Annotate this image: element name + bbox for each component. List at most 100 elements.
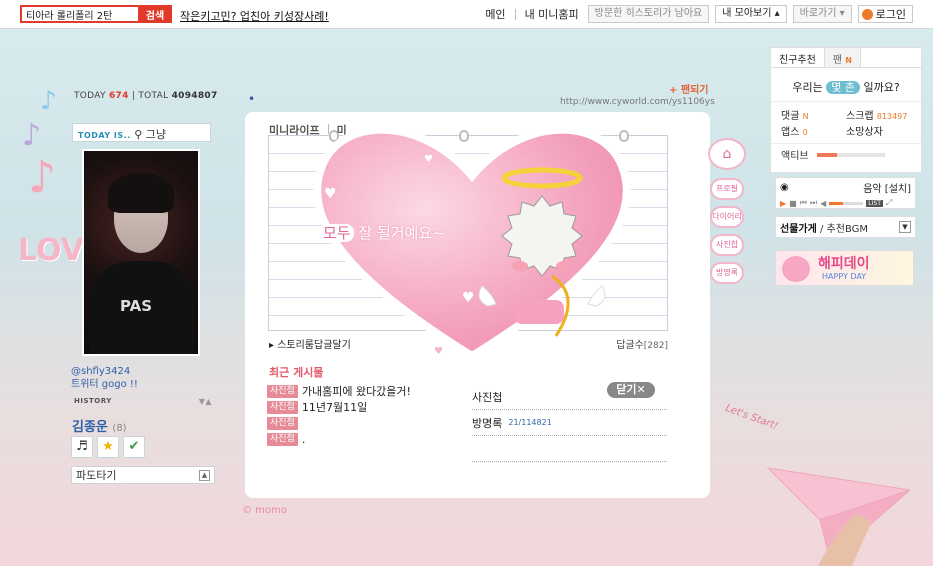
- history-row: HISTORY ▼▲: [74, 397, 212, 406]
- stat-scrap[interactable]: 스크랩 813497: [846, 107, 911, 122]
- login-label: 로그인: [875, 8, 906, 21]
- stat-scrap-label: 스크랩: [846, 111, 874, 122]
- total-count: 4094807: [171, 91, 218, 101]
- music-install-link[interactable]: [설치]: [885, 184, 911, 195]
- recent-posts-list: 사진첩 가내홈피에 왔다갔을거! 사진첩 11년7월11일 사진첩 사진첩 .: [267, 383, 453, 447]
- nav-collection-dropdown[interactable]: 내 모아보기 ▴: [715, 5, 787, 23]
- profile-line: @shfly3424: [71, 366, 131, 377]
- music-note-icon: ♪: [22, 118, 42, 153]
- history-arrows-icon[interactable]: ▼▲: [199, 397, 212, 406]
- profile-text: @shfly3424 트위터 gogo !!: [71, 365, 138, 391]
- heart-deco-icon: ♥: [424, 154, 433, 165]
- promo-link[interactable]: 작은키고민? 업친아 키성장사례!: [180, 8, 329, 24]
- happy-day-banner[interactable]: 해피데이 HAPPY DAY: [775, 250, 914, 286]
- fan-link[interactable]: + 팬되기: [669, 81, 708, 96]
- prev-icon[interactable]: ⏮: [800, 198, 807, 208]
- menu-label: 사진첩: [472, 390, 503, 404]
- star-icon[interactable]: ★: [97, 436, 119, 458]
- heart-message-text: 잘 될거예요~: [358, 224, 445, 242]
- list-item[interactable]: 사진첩 가내홈피에 왔다갔을거!: [267, 383, 453, 399]
- music-note-icon: ♪: [40, 86, 57, 116]
- music-label: 음악: [863, 184, 882, 195]
- expand-icon[interactable]: ⤢: [886, 198, 892, 208]
- tab-fans[interactable]: 팬 N: [824, 48, 861, 67]
- top-bar: 검색 작은키고민? 업친아 키성장사례! 메인 내 미니홈피 방문한 히스토리가…: [0, 0, 933, 29]
- category-badge: 사진첩: [267, 416, 298, 430]
- wave-label: 파도타기: [76, 469, 117, 482]
- stat-comments-label: 댓글: [781, 111, 800, 122]
- music-icon[interactable]: ♬: [71, 436, 93, 458]
- owner-name[interactable]: 김종운 (8): [72, 416, 127, 435]
- friend-question[interactable]: 우리는 몇 촌 일까요?: [771, 68, 921, 102]
- nav-history-box[interactable]: 방문한 히스토리가 남아요: [587, 5, 710, 23]
- volume-slider[interactable]: [829, 201, 864, 205]
- music-controls: ▶ ■ ⏮ ⏭ ◀ LIST ⤢: [776, 197, 915, 209]
- mood-label: TODAY IS..: [78, 131, 131, 140]
- playlist-button[interactable]: LIST: [866, 199, 883, 207]
- profile-line: 트위터 gogo !!: [71, 379, 138, 390]
- list-item[interactable]: 사진첩 .: [267, 431, 453, 447]
- music-disc-icon: ◉: [780, 182, 789, 193]
- heart-deco-icon: ♥: [462, 290, 475, 306]
- post-title: 가내홈피에 왔다갔을거!: [301, 385, 411, 398]
- login-button[interactable]: 로그인: [857, 5, 913, 23]
- side-menu-guestbook[interactable]: 방명록: [710, 262, 744, 284]
- bgm-shop-select[interactable]: 선물가게 / 추천BGM ▼: [775, 216, 916, 238]
- profile-photo[interactable]: PAS: [82, 149, 200, 356]
- fan-link-label: 팬되기: [680, 85, 709, 96]
- side-menu-photos[interactable]: 사진첩: [710, 234, 744, 256]
- next-icon[interactable]: ⏭: [810, 198, 817, 208]
- tab-friends[interactable]: 친구추천: [771, 48, 825, 67]
- heart-deco-icon: ♥: [434, 346, 443, 357]
- wave-select[interactable]: 파도타기 ▲: [71, 466, 215, 484]
- play-icon[interactable]: ▶: [780, 199, 786, 208]
- heart-deco-icon: ♥: [324, 186, 337, 202]
- recent-posts-title: 최근 게시물: [269, 366, 324, 379]
- stat-comments[interactable]: 댓글 N: [781, 107, 846, 122]
- chevron-down-icon[interactable]: ▼: [899, 221, 911, 233]
- menu-count: 21/114821: [508, 418, 552, 427]
- category-badge: 사진첩: [267, 432, 298, 446]
- stat-apps[interactable]: 앱스 0: [781, 123, 846, 138]
- volume-fill: [829, 201, 843, 205]
- new-badge: 0: [802, 128, 808, 137]
- chevron-up-icon[interactable]: ▲: [199, 469, 210, 481]
- paper-plane-icon: [766, 467, 911, 566]
- stat-gift[interactable]: 소망상자: [846, 123, 911, 138]
- nav-main-link[interactable]: 메인: [482, 6, 508, 22]
- question-post: 일까요?: [863, 81, 900, 94]
- today-count: 674: [108, 91, 129, 101]
- mood-box[interactable]: TODAY IS.. ⚲ 그냥: [72, 123, 211, 142]
- home-icon: ⌂: [722, 146, 732, 162]
- cupid-cheek: [512, 261, 528, 271]
- music-top: ◉ 음악 [설치]: [776, 178, 915, 197]
- search-button[interactable]: 검색: [138, 5, 172, 23]
- visit-stats: TODAY 674 | TOTAL 4094807: [74, 91, 218, 101]
- copyright-text: © momo: [242, 505, 287, 516]
- login-icon: [861, 8, 873, 20]
- nav-my-homepage-link[interactable]: 내 미니홈피: [522, 6, 582, 22]
- heart-message: 모두 잘 될거예요~: [320, 222, 445, 243]
- list-item[interactable]: 방명록 21/114821: [472, 410, 667, 436]
- photo-shirt-print: PAS: [120, 297, 153, 315]
- check-icon[interactable]: ✔: [123, 436, 145, 458]
- history-label[interactable]: HISTORY: [74, 397, 112, 406]
- home-button[interactable]: ⌂: [708, 138, 746, 170]
- side-menu-diary[interactable]: 다이어리: [710, 206, 744, 228]
- question-pre: 우리는: [792, 81, 823, 94]
- menu-label: 방명록: [472, 416, 503, 430]
- list-item[interactable]: 사진첩: [267, 415, 453, 431]
- list-item[interactable]: 사진첩 11년7월11일: [267, 399, 453, 415]
- mood-value: 그냥: [145, 128, 167, 141]
- nav-shortcut-dropdown[interactable]: 바로가기 ▾: [792, 5, 852, 23]
- list-item[interactable]: [472, 436, 667, 462]
- active-row: 액티브: [771, 143, 921, 165]
- post-title: .: [301, 432, 306, 446]
- mood-icon: ⚲: [134, 128, 143, 141]
- search-input[interactable]: [20, 5, 138, 23]
- search-area: 검색: [20, 5, 172, 23]
- stop-icon[interactable]: ■: [789, 199, 797, 208]
- owner-count: (8): [112, 423, 127, 434]
- side-menu-profile[interactable]: 프로필: [710, 178, 744, 200]
- close-popup-button[interactable]: 닫기✕: [607, 382, 655, 398]
